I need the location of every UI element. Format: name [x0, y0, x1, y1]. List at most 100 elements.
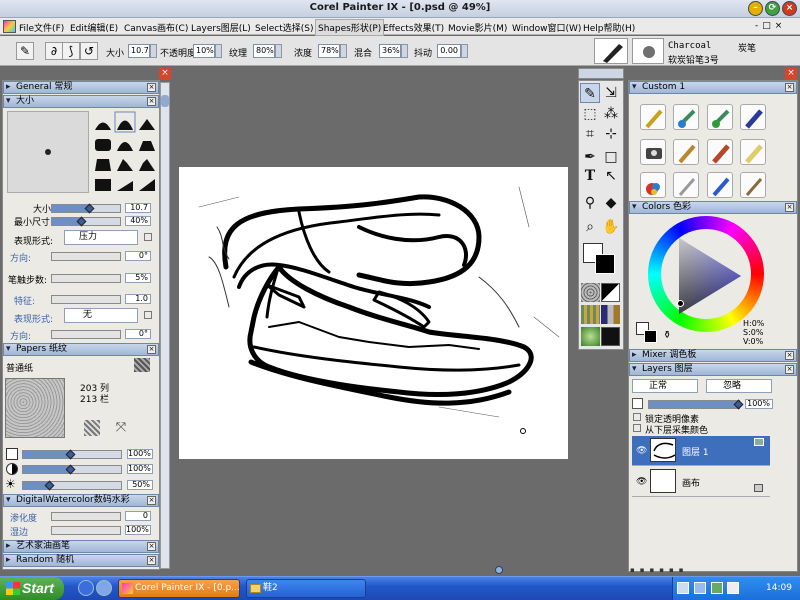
menu-file[interactable]: File文件(F) [19, 21, 64, 34]
rect-select-icon[interactable]: ⬚ [580, 104, 600, 124]
canvas-area[interactable] [179, 167, 568, 459]
colors-panel-header[interactable]: Colors 色彩 × [629, 201, 797, 214]
task-folder[interactable]: 鞋2 [246, 579, 366, 598]
diffusion-value[interactable]: 0 [125, 511, 151, 521]
colors-secondary-swatch[interactable] [644, 330, 657, 343]
weaving-selector-icon[interactable] [601, 305, 620, 324]
paper-brightness-value[interactable]: 50% [127, 480, 153, 490]
custom-brush-4-icon[interactable] [740, 104, 766, 130]
layers-panel-header[interactable]: Layers 图层 × [629, 363, 797, 376]
left-panel-close-icon[interactable]: × [159, 68, 171, 80]
menu-layers[interactable]: Layers图层(L) [191, 21, 251, 34]
min-size-slider[interactable] [51, 216, 121, 227]
paper-texture-swatch[interactable] [5, 378, 65, 438]
custom-brush-11-icon[interactable] [707, 172, 733, 198]
tray-icon-3[interactable] [711, 582, 723, 594]
canvas-layer-name[interactable]: 画布 [682, 476, 700, 489]
left-panel-scrollbar[interactable] [160, 82, 170, 569]
diffusion-slider[interactable] [51, 512, 121, 521]
document-window-controls[interactable]: -□× [755, 21, 797, 32]
grain-spinner[interactable] [275, 44, 282, 58]
pick-up-underlying-checkbox[interactable] [633, 424, 641, 432]
custom-close-icon[interactable]: × [785, 83, 794, 92]
right-panel-close-icon[interactable]: × [785, 68, 797, 80]
digital-watercolor-header[interactable]: DigitalWatercolor数码水彩 × [3, 494, 159, 507]
custom-brush-3-icon[interactable] [707, 104, 733, 130]
paper-library-icon[interactable] [134, 358, 150, 372]
random-header[interactable]: Random 随机 × [3, 554, 159, 567]
layer-opacity-value[interactable]: 100% [745, 399, 773, 409]
brush-tool-icon[interactable]: ✎ [16, 42, 34, 60]
gradient-selector-icon[interactable] [601, 283, 620, 302]
colors-close-icon[interactable]: × [785, 203, 794, 212]
layer-commands-bar[interactable]: ▪▪▪▪▪▪ [630, 566, 796, 574]
composite-depth-select[interactable]: 忽略 [706, 379, 772, 393]
feature-value[interactable]: 1.0 [125, 294, 151, 304]
wet-fringe-slider[interactable] [51, 526, 121, 535]
menu-edit[interactable]: Edit编辑(E) [70, 21, 118, 34]
quicklaunch-ie-icon[interactable] [78, 580, 94, 596]
paper-contrast-value[interactable]: 100% [127, 464, 153, 474]
direction-value[interactable]: 0° [125, 251, 151, 261]
menu-help[interactable]: Help帮助(H) [583, 21, 635, 34]
mixer-panel-header[interactable]: Mixer 调色板 × [629, 349, 797, 362]
stroke-steps-value[interactable]: 5% [125, 273, 151, 283]
close-button[interactable]: × [782, 1, 797, 16]
shape-selection-icon[interactable]: ↖ [601, 166, 621, 186]
stroke-steps-slider[interactable] [51, 274, 121, 283]
expression-invert-checkbox[interactable] [144, 233, 152, 241]
brush-category-icon[interactable] [594, 38, 628, 64]
papers-panel-header[interactable]: Papers 纸纹 × [3, 343, 159, 356]
custom-brush-1-icon[interactable] [640, 104, 666, 130]
brush-size-slider[interactable] [51, 203, 121, 214]
paper-brightness-slider[interactable] [22, 480, 122, 491]
menu-shapes[interactable]: Shapes形状(P) [315, 19, 385, 36]
dw-close-icon[interactable]: × [147, 496, 156, 505]
min-size-value[interactable]: 40% [125, 216, 151, 226]
menu-canvas[interactable]: Canvas画布(C) [124, 21, 188, 34]
brush-size-value[interactable]: 10.7 [125, 203, 151, 213]
paper-name[interactable]: 普通纸 [6, 361, 33, 374]
artists-oils-header[interactable]: 艺术家油画笔 × [3, 540, 159, 553]
bleed-spinner[interactable] [401, 44, 408, 58]
minimize-button[interactable]: – [748, 1, 763, 16]
size-close-icon[interactable]: × [147, 97, 156, 106]
canvas-visibility-icon[interactable]: 👁 [636, 477, 647, 487]
left-panel-scroll-thumb[interactable] [161, 95, 169, 107]
paper-contrast-slider[interactable] [22, 464, 122, 475]
layers-close-icon[interactable]: × [785, 365, 794, 374]
random-close-icon[interactable]: × [147, 556, 156, 565]
dropper-fill-icon[interactable]: ⇲ [601, 83, 621, 103]
color-picker-marker[interactable] [677, 300, 684, 307]
composite-method-select[interactable]: 正常 [632, 379, 698, 393]
invert-paper-icon[interactable] [84, 420, 100, 436]
feature-slider[interactable] [51, 295, 121, 304]
resat-spinner[interactable] [340, 44, 347, 58]
custom-brush-2-icon[interactable] [673, 104, 699, 130]
paper-selector-icon[interactable] [581, 283, 600, 302]
eyedropper-icon[interactable]: ⚲ [580, 193, 600, 213]
layer-1-visibility-icon[interactable]: 👁 [636, 446, 647, 456]
custom-brush-10-icon[interactable] [673, 172, 699, 198]
custom-brush-5-icon[interactable] [640, 139, 666, 165]
tray-icon-2[interactable] [694, 582, 706, 594]
jitter-spinner[interactable] [461, 44, 468, 58]
painter-app-icon[interactable] [3, 20, 16, 33]
mixer-close-icon[interactable]: × [785, 351, 794, 360]
pattern-selector-icon[interactable] [581, 305, 600, 324]
custom-brush-9-icon[interactable] [640, 172, 666, 198]
magic-wand-icon[interactable]: ⁂ [601, 104, 621, 124]
canvas-layer-lock-icon[interactable] [754, 484, 763, 492]
text-icon[interactable]: T [580, 166, 600, 186]
stroke-style-icon[interactable]: ⟆ [62, 42, 80, 60]
general-close-icon[interactable]: × [147, 83, 156, 92]
direction-slider[interactable] [51, 252, 121, 261]
volume-icon[interactable] [727, 582, 739, 594]
pen-icon[interactable]: ✒ [580, 147, 600, 167]
jitter-field[interactable]: 0.00 [437, 44, 461, 58]
size-spinner[interactable] [150, 44, 157, 58]
expression-select[interactable]: 压力 [64, 230, 138, 245]
preserve-transparency-checkbox[interactable] [633, 413, 641, 421]
custom-brush-7-icon[interactable] [707, 139, 733, 165]
expression2-invert-checkbox[interactable] [144, 311, 152, 319]
